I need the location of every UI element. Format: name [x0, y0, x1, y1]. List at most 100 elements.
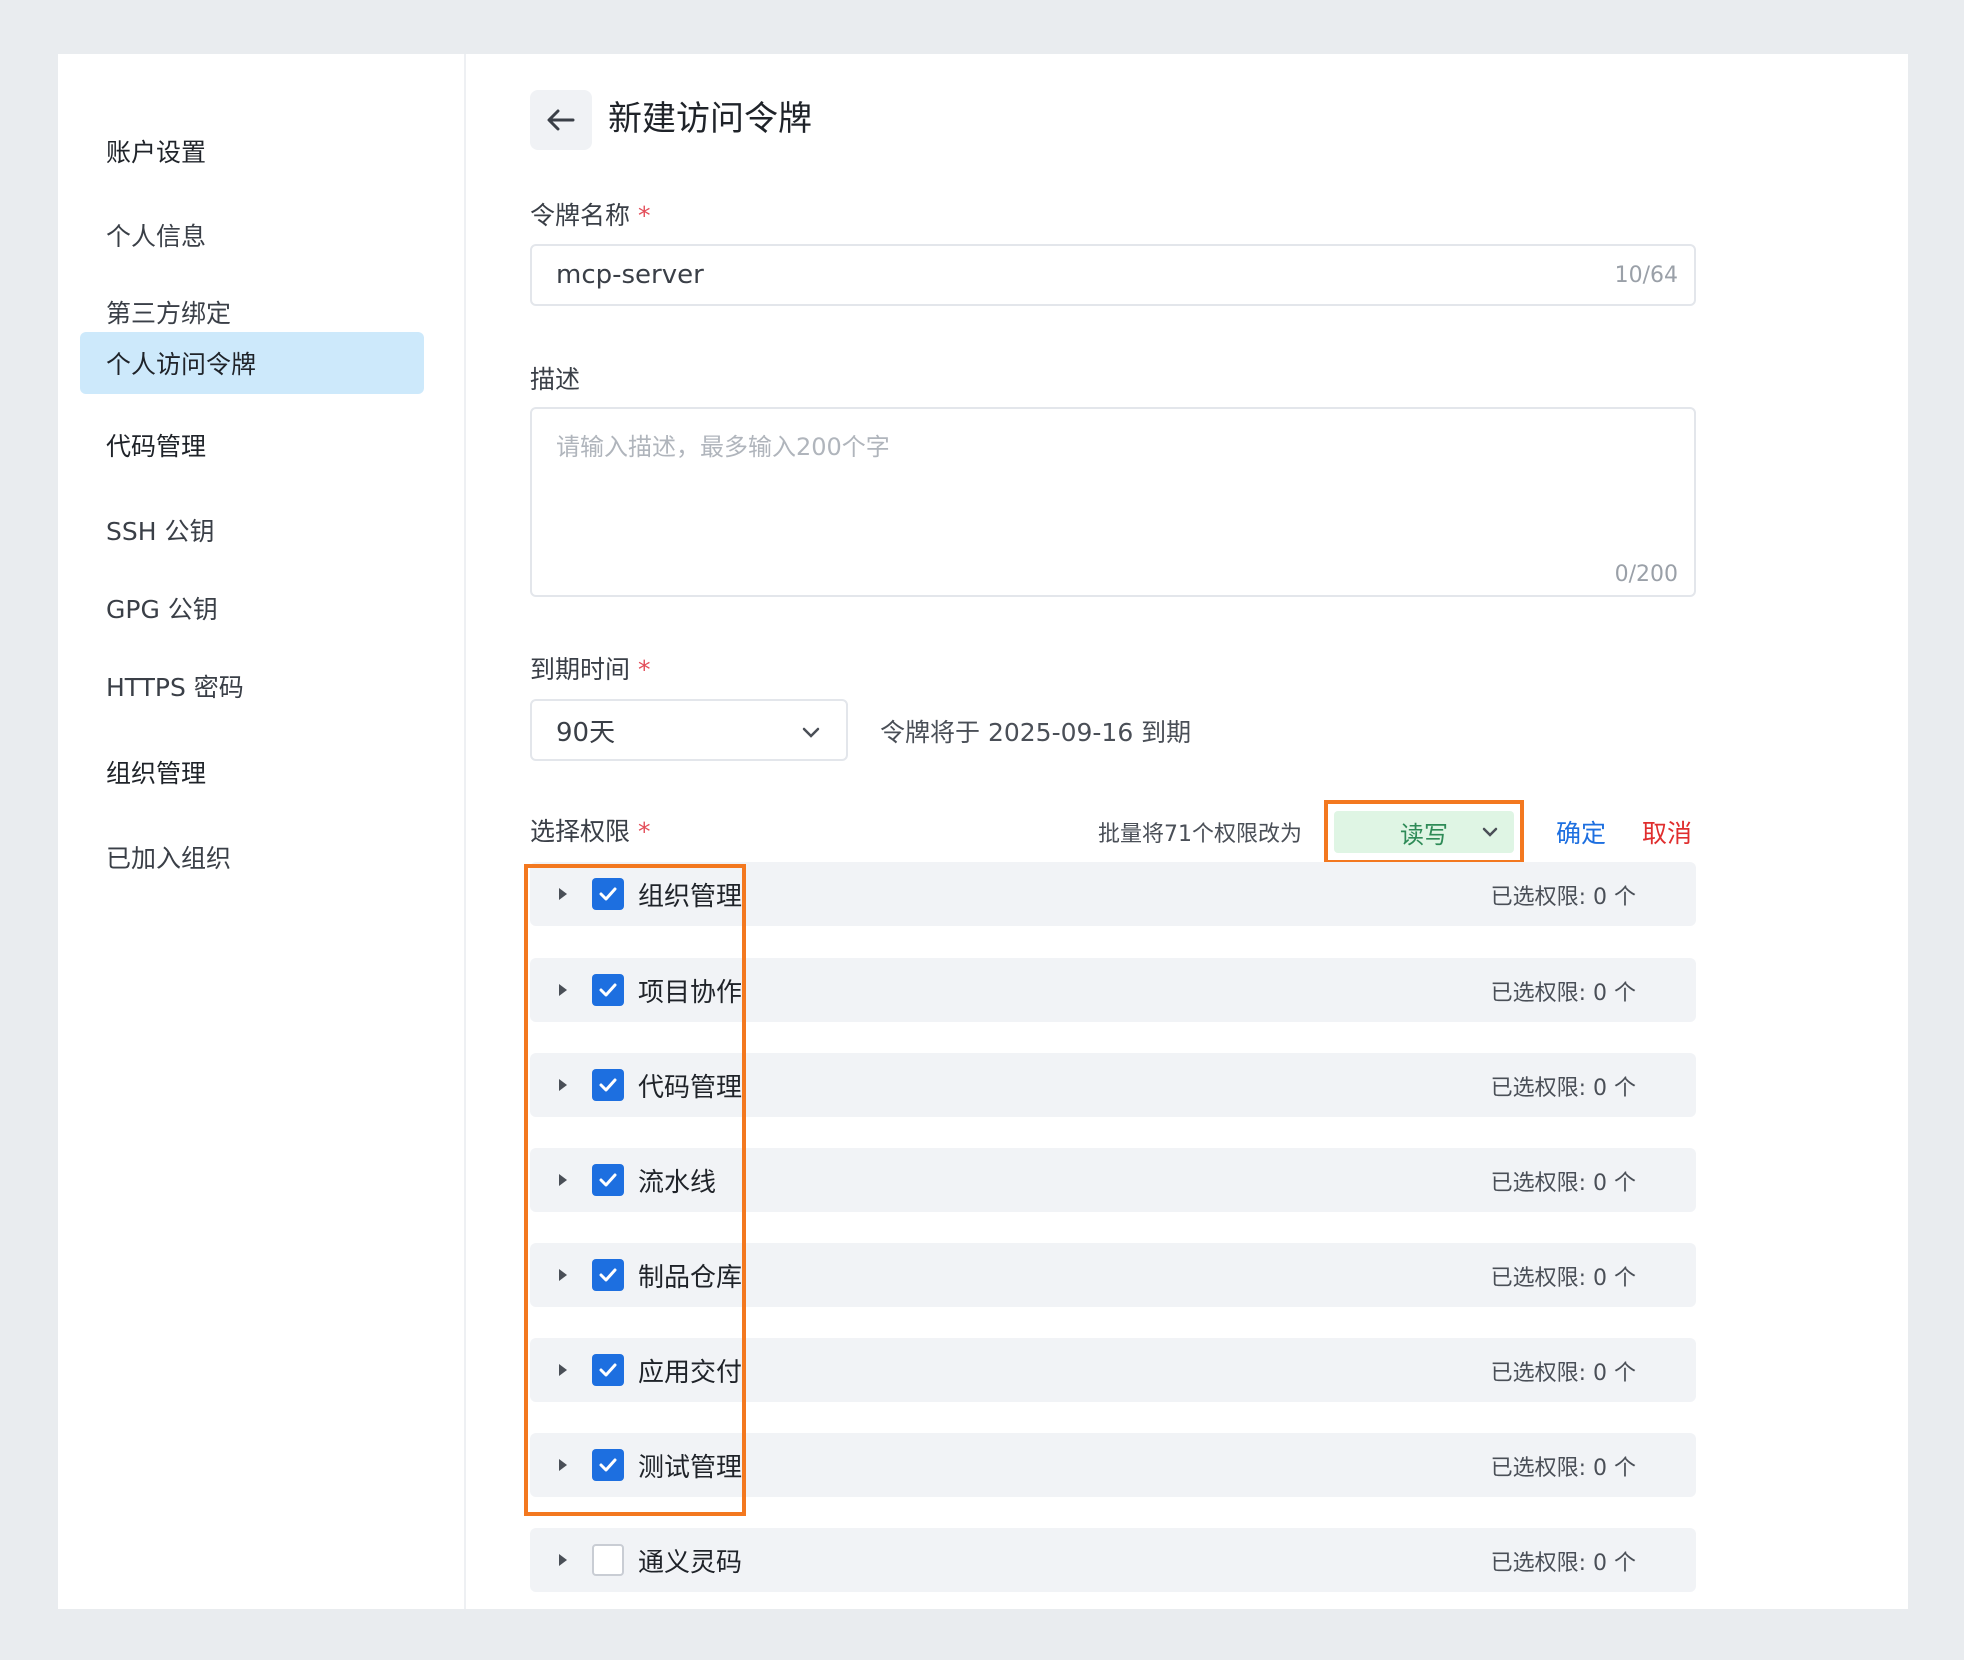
caret-right-icon[interactable] [556, 1265, 570, 1285]
permission-name: 通义灵码 [638, 1548, 743, 1578]
permission-checkbox[interactable] [592, 1449, 624, 1481]
caret-right-icon[interactable] [556, 1075, 570, 1095]
caret-right-icon[interactable] [556, 980, 570, 1000]
description-label-text: 描述 [530, 365, 581, 394]
main-content: 新建访问令牌 令牌名称 * mcp-server 10/64 描述 请输入描述，最… [524, 54, 1908, 1609]
permissions-label-text: 选择权限 [530, 817, 631, 846]
permission-name: 代码管理 [638, 1073, 743, 1103]
permission-count: 已选权限: 0 个 [1490, 981, 1636, 1006]
check-icon [599, 887, 617, 901]
permission-count: 已选权限: 0 个 [1490, 1266, 1636, 1291]
permission-count: 已选权限: 0 个 [1490, 1551, 1636, 1576]
sidebar-group-label: 代码管理 [106, 432, 207, 461]
permission-row-pipeline[interactable]: 流水线 已选权限: 0 个 [530, 1148, 1696, 1212]
permission-count: 已选权限: 0 个 [1490, 1361, 1636, 1386]
description-placeholder: 请输入描述，最多输入200个字 [556, 433, 890, 461]
token-name-label-text: 令牌名称 [530, 201, 631, 230]
confirm-button[interactable]: 确定 [1556, 814, 1606, 850]
sidebar-group-label: 组织管理 [106, 759, 207, 788]
permission-name: 项目协作 [638, 978, 743, 1008]
check-icon [599, 983, 617, 997]
permission-count: 已选权限: 0 个 [1490, 885, 1636, 910]
sidebar-item-label: 已加入组织 [106, 844, 232, 873]
sidebar-group-org: 组织管理 [80, 741, 424, 803]
sidebar-item-label: HTTPS 密码 [106, 673, 244, 702]
required-mark: * [638, 201, 651, 230]
page-title: 新建访问令牌 [608, 99, 812, 139]
batch-permission-select[interactable]: 读写 [1334, 811, 1514, 853]
sidebar-group-label: 账户设置 [106, 138, 207, 167]
permission-name: 制品仓库 [638, 1263, 743, 1293]
caret-right-icon[interactable] [556, 1455, 570, 1475]
permission-checkbox[interactable] [592, 878, 624, 910]
sidebar-item-label: 第三方绑定 [106, 299, 232, 328]
sidebar: 账户设置 个人信息 第三方绑定 个人访问令牌 代码管理 SSH 公钥 GPG 公… [58, 54, 466, 1609]
check-icon [599, 1078, 617, 1092]
check-icon [599, 1363, 617, 1377]
caret-right-icon[interactable] [556, 884, 570, 904]
token-name-label: 令牌名称 * [530, 196, 651, 232]
expiry-label: 到期时间 * [530, 650, 651, 686]
permission-name: 应用交付 [638, 1358, 743, 1388]
required-mark: * [638, 655, 651, 684]
token-name-value: mcp-server [556, 260, 704, 290]
chevron-down-icon [1482, 827, 1498, 837]
batch-select-highlight: 读写 [1324, 800, 1524, 864]
expiry-note: 令牌将于 2025-09-16 到期 [880, 718, 1192, 747]
permission-checkbox[interactable] [592, 1544, 624, 1576]
sidebar-item-label: SSH 公钥 [106, 517, 215, 546]
required-mark: * [638, 817, 651, 846]
permission-name: 组织管理 [638, 882, 743, 912]
permission-count: 已选权限: 0 个 [1490, 1171, 1636, 1196]
sidebar-item-label: 个人信息 [106, 222, 207, 251]
permission-checkbox[interactable] [592, 1354, 624, 1386]
sidebar-group-account: 账户设置 [80, 120, 424, 182]
description-label: 描述 [530, 360, 580, 396]
description-counter: 0/200 [1614, 562, 1678, 587]
permissions-label: 选择权限 * [530, 812, 651, 848]
caret-right-icon[interactable] [556, 1550, 570, 1570]
permission-checkbox[interactable] [592, 1069, 624, 1101]
batch-permission-value: 读写 [1400, 820, 1448, 849]
token-name-counter: 10/64 [1614, 262, 1678, 288]
expiry-label-text: 到期时间 [530, 655, 631, 684]
chevron-down-icon [802, 727, 820, 738]
permission-row-project[interactable]: 项目协作 已选权限: 0 个 [530, 958, 1696, 1022]
permission-checkbox[interactable] [592, 1259, 624, 1291]
permission-count: 已选权限: 0 个 [1490, 1076, 1636, 1101]
sidebar-item-personal-info[interactable]: 个人信息 [80, 204, 424, 266]
sidebar-item-gpg-key[interactable]: GPG 公钥 [80, 577, 424, 639]
back-button[interactable] [530, 90, 592, 150]
arrow-left-icon [547, 109, 575, 131]
sidebar-item-label: GPG 公钥 [106, 595, 218, 624]
check-icon [599, 1268, 617, 1282]
cancel-button[interactable]: 取消 [1642, 814, 1692, 850]
permission-row-org[interactable]: 组织管理 已选权限: 0 个 [530, 862, 1696, 926]
caret-right-icon[interactable] [556, 1170, 570, 1190]
permission-row-delivery[interactable]: 应用交付 已选权限: 0 个 [530, 1338, 1696, 1402]
sidebar-item-label: 个人访问令牌 [106, 350, 257, 379]
check-icon [599, 1458, 617, 1472]
permission-name: 流水线 [638, 1168, 717, 1198]
sidebar-item-ssh-key[interactable]: SSH 公钥 [80, 499, 424, 561]
permission-row-testing[interactable]: 测试管理 已选权限: 0 个 [530, 1433, 1696, 1497]
expiry-select[interactable]: 90天 [530, 699, 848, 761]
batch-change-label: 批量将71个权限改为 [1098, 822, 1302, 847]
sidebar-group-code: 代码管理 [80, 414, 424, 476]
permission-checkbox[interactable] [592, 1164, 624, 1196]
settings-card: 账户设置 个人信息 第三方绑定 个人访问令牌 代码管理 SSH 公钥 GPG 公… [58, 54, 1908, 1609]
expiry-value: 90天 [556, 717, 616, 748]
permission-name: 测试管理 [638, 1453, 743, 1483]
sidebar-item-joined-orgs[interactable]: 已加入组织 [80, 826, 424, 888]
check-icon [599, 1173, 617, 1187]
permission-row-code[interactable]: 代码管理 已选权限: 0 个 [530, 1053, 1696, 1117]
description-textarea[interactable]: 请输入描述，最多输入200个字 0/200 [530, 407, 1696, 597]
permission-checkbox[interactable] [592, 974, 624, 1006]
permission-row-lingma[interactable]: 通义灵码 已选权限: 0 个 [530, 1528, 1696, 1592]
permission-count: 已选权限: 0 个 [1490, 1456, 1636, 1481]
permission-row-artifacts[interactable]: 制品仓库 已选权限: 0 个 [530, 1243, 1696, 1307]
sidebar-item-access-token[interactable]: 个人访问令牌 [80, 332, 424, 394]
caret-right-icon[interactable] [556, 1360, 570, 1380]
sidebar-item-https-password[interactable]: HTTPS 密码 [80, 655, 424, 717]
token-name-input[interactable]: mcp-server 10/64 [530, 244, 1696, 306]
